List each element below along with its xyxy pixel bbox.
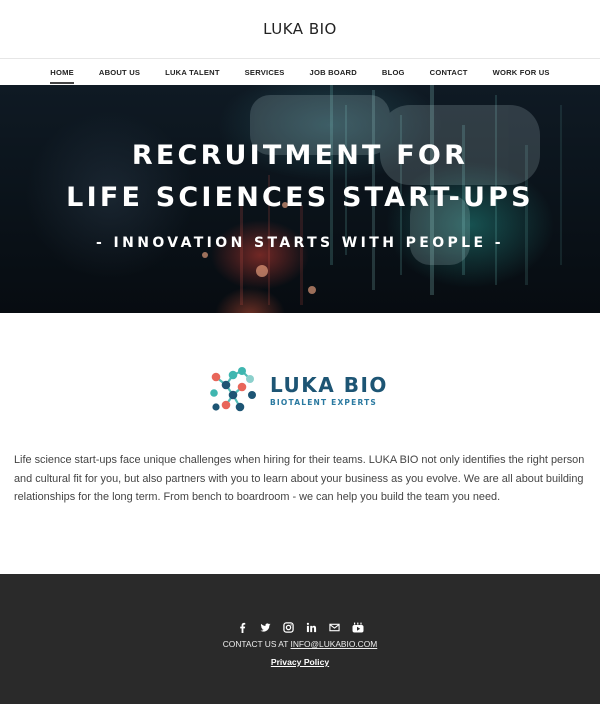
nav-work-for-us[interactable]: WORK FOR US (480, 59, 562, 85)
contact-line: CONTACT US AT INFO@LUKABIO.COM (223, 639, 377, 649)
nav-contact[interactable]: CONTACT (417, 59, 480, 85)
nav-about-us[interactable]: ABOUT US (86, 59, 152, 85)
twitter-icon[interactable] (258, 620, 273, 635)
hero-heading-line-1: RECRUITMENT FOR (131, 140, 469, 171)
nav-blog[interactable]: BLOG (369, 59, 417, 85)
main-content: LUKA BIO BIOTALENT EXPERTS Life science … (0, 313, 600, 574)
hero-banner: RECRUITMENT FOR LIFE SCIENCES START-UPS … (0, 85, 600, 313)
luka-bio-logo: LUKA BIO BIOTALENT EXPERTS (206, 363, 388, 417)
nav-home[interactable]: HOME (38, 59, 87, 85)
nav-services[interactable]: SERVICES (232, 59, 297, 85)
site-footer: CONTACT US AT INFO@LUKABIO.COM Privacy P… (0, 574, 600, 704)
instagram-icon[interactable] (281, 620, 296, 635)
linkedin-icon[interactable] (304, 620, 319, 635)
facebook-icon[interactable] (235, 620, 250, 635)
contact-email-link[interactable]: INFO@LUKABIO.COM (291, 639, 378, 649)
nav-luka-talent[interactable]: LUKA TALENT (153, 59, 233, 85)
nav-job-board[interactable]: JOB BOARD (297, 59, 369, 85)
molecule-logo-icon (210, 367, 256, 412)
social-links (235, 620, 365, 635)
hero-heading-line-2: LIFE SCIENCES START-UPS (66, 182, 534, 213)
intro-paragraph: Life science start-ups face unique chall… (14, 454, 585, 503)
site-header: LUKA BIO (0, 0, 600, 59)
hero-subtitle: - INNOVATION STARTS WITH PEOPLE - (96, 235, 504, 251)
hero-text: RECRUITMENT FOR LIFE SCIENCES START-UPS … (0, 85, 600, 313)
site-title[interactable]: LUKA BIO (263, 20, 337, 38)
logo-wordmark: LUKA BIO BIOTALENT EXPERTS (270, 374, 388, 407)
logo-name: LUKA BIO (270, 372, 388, 397)
hero-heading: RECRUITMENT FOR LIFE SCIENCES START-UPS (66, 135, 534, 219)
email-icon[interactable] (327, 620, 342, 635)
privacy-policy-link[interactable]: Privacy Policy (271, 657, 329, 667)
logo-tagline: BIOTALENT EXPERTS (270, 397, 378, 407)
contact-prefix: CONTACT US AT (222, 639, 289, 649)
youtube-icon[interactable] (350, 620, 365, 635)
main-nav: HOME ABOUT US LUKA TALENT SERVICES JOB B… (0, 59, 600, 85)
